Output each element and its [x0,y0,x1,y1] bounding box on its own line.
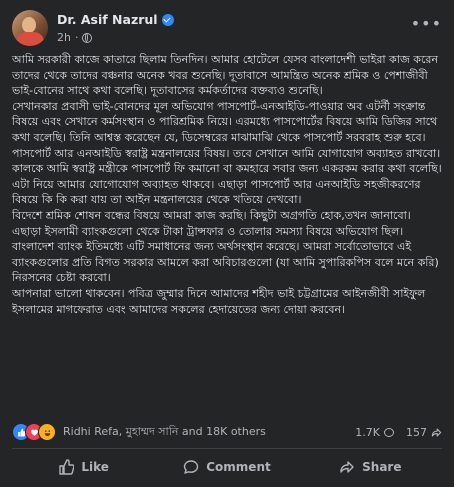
avatar-shirt [16,32,44,46]
post-time[interactable]: 2h [57,31,71,44]
like-label: Like [81,460,109,474]
share-count-icon [431,428,442,436]
engagement-counts: 1.7K 157 [355,426,442,439]
comment-button[interactable]: Comment [155,452,298,482]
reactions-row: Ridhi Refa, মুহাম্মদ সানি and 18K others… [12,421,442,443]
post-paragraph: আমি সরকারী কাজে কাতারে ছিলাম তিনদিন। আমা… [12,53,439,98]
comments-count[interactable]: 1.7K [355,426,394,439]
reaction-icons[interactable] [12,423,56,441]
actions-divider [12,448,442,449]
share-label: Share [362,460,402,474]
haha-reaction-icon [38,423,56,441]
comment-label: Comment [206,460,271,474]
post-body: আমি সরকারী কাজে কাতারে ছিলাম তিনদিন। আমা… [12,52,442,317]
share-icon [340,461,354,473]
facebook-post: Dr. Asif Nazrul 2h · ••• আমি সরকারী কাজে… [0,0,454,487]
post-meta: 2h · [57,31,93,44]
reaction-names[interactable]: Ridhi Refa, মুহাম্মদ সানি and 18K others [63,423,266,442]
post-paragraph: বিদেশে শ্রমিক শোষন বন্ধের বিষয়ে আমরা কা… [12,208,439,285]
post-paragraph: আপনারা ভালো থাকবেন। পবিত্র জুম্মার দিনে … [12,286,426,316]
shares-count-value: 157 [406,425,427,439]
verified-badge-icon [161,13,174,26]
share-button[interactable]: Share [299,452,442,482]
globe-icon [82,32,93,43]
comment-count-icon [384,427,394,437]
author-name-row: Dr. Asif Nazrul [57,12,174,27]
avatar-face [22,17,36,33]
like-button[interactable]: Like [12,452,155,482]
post-actions: Like Comment Share [12,452,442,482]
shares-count[interactable]: 157 [406,426,442,439]
author-name[interactable]: Dr. Asif Nazrul [57,12,158,27]
author-avatar[interactable] [12,10,48,46]
more-options-icon[interactable]: ••• [411,14,442,33]
comment-icon [184,460,199,474]
post-header: Dr. Asif Nazrul 2h · ••• [12,8,444,48]
post-paragraph: পাসপোর্ট আর এনআইডি স্বরাষ্ট্র মন্ত্রনালয… [12,146,442,207]
like-icon [59,459,75,475]
meta-separator: · [74,31,79,44]
comments-count-value: 1.7K [355,425,380,439]
post-paragraph: সেখানকার প্রবাসী ভাই-বোনদের মূল অভিযোগ প… [12,99,438,144]
